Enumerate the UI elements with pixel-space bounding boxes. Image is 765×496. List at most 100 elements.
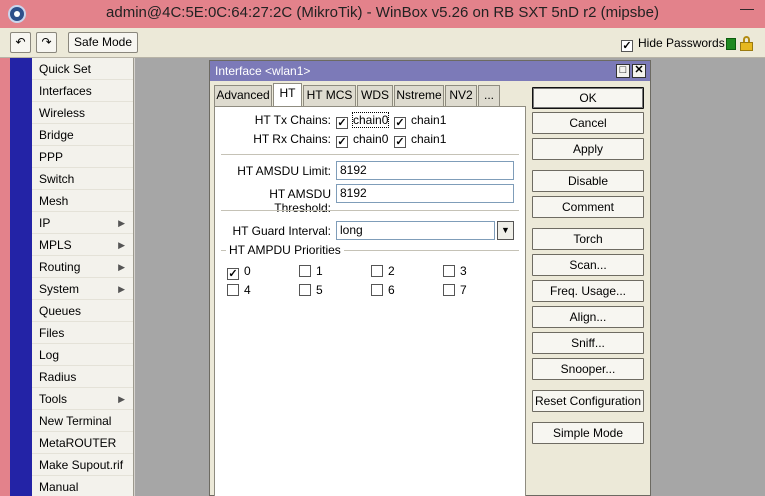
ampdu-priority-check[interactable]: ✓ [227,268,239,280]
dialog-button[interactable]: Reset Configuration [532,390,644,412]
tab[interactable]: HT MCS [303,85,356,106]
ht-guard-interval-select[interactable]: long [336,221,495,240]
ht-amsdu-limit-input[interactable]: 8192 [336,161,514,180]
tx-chain1-checkbox[interactable]: ✓ chain1 [394,113,446,129]
minimize-button[interactable]: — [735,1,759,18]
dialog-button[interactable]: Apply [532,138,644,160]
submenu-arrow-icon: ▶ [118,240,125,250]
ampdu-priority-check[interactable] [227,284,239,296]
ht-amsdu-threshold-input[interactable]: 8192 [336,184,514,203]
maximize-icon[interactable]: □ [616,64,630,78]
side-menu-item[interactable]: Radius [32,366,133,388]
side-menu-item-label: Log [39,348,60,362]
close-icon[interactable]: ✕ [632,64,646,78]
tx-chain0-checkbox[interactable]: ✓ chain0 [336,112,390,129]
side-menu-item[interactable]: MPLS ▶ [32,234,133,256]
ampdu-priority-check[interactable] [371,284,383,296]
dialog-button[interactable]: Disable [532,170,644,192]
dialog-button[interactable]: OK [532,87,644,109]
ampdu-priority-checkbox[interactable]: 6 [371,283,395,297]
chevron-down-icon[interactable]: ▼ [497,221,514,240]
lock-icon [740,36,753,51]
ht-rx-chains-label: HT Rx Chains: [253,132,331,146]
routeros-side-banner [10,58,32,496]
ampdu-priority-checkbox[interactable]: 3 [443,264,467,278]
ampdu-priority-label: 0 [244,264,251,278]
side-menu-item-label: Interfaces [39,84,92,98]
rx-chain0-checkbox[interactable]: ✓ chain0 [336,132,388,148]
ampdu-priority-checkbox[interactable]: 4 [227,283,251,297]
side-menu-item[interactable]: IP ▶ [32,212,133,234]
ampdu-priority-label: 6 [388,283,395,297]
tx-chain1-check[interactable]: ✓ [394,117,406,129]
tab[interactable]: NV2 [445,85,477,106]
tab[interactable]: ... [478,85,500,106]
tab[interactable]: Nstreme [394,85,444,106]
rx-chain0-check[interactable]: ✓ [336,136,348,148]
dialog-button[interactable]: Sniff... [532,332,644,354]
side-menu-item[interactable]: Manual [32,476,133,496]
side-menu-item[interactable]: Wireless [32,102,133,124]
ht-panel: HT Tx Chains: ✓ chain0 ✓ chain1 HT Rx Chai… [214,106,526,496]
side-menu-item[interactable]: Log [32,344,133,366]
ht-amsdu-limit-label: HT AMSDU Limit: [237,164,331,178]
side-menu-item[interactable]: Mesh [32,190,133,212]
side-menu-item[interactable]: Bridge [32,124,133,146]
ampdu-priority-check[interactable] [443,265,455,277]
window-titlebar: admin@4C:5E:0C:64:27:2C (MikroTik) - Win… [0,0,765,28]
submenu-arrow-icon: ▶ [118,218,125,228]
dialog-button[interactable]: Cancel [532,112,644,134]
side-menu-item-label: IP [39,216,51,230]
dialog-button[interactable]: Scan... [532,254,644,276]
submenu-arrow-icon: ▶ [118,262,125,272]
ampdu-priority-check[interactable] [299,265,311,277]
dialog-button[interactable]: Comment [532,196,644,218]
ht-ampdu-priorities-title: HT AMPDU Priorities [226,243,344,257]
submenu-arrow-icon: ▶ [118,284,125,294]
hide-passwords-label: Hide Passwords [638,36,725,50]
undo-button[interactable]: ↶ [10,32,31,53]
ampdu-priority-checkbox[interactable]: 7 [443,283,467,297]
ampdu-priority-checkbox[interactable]: 1 [299,264,323,278]
dialog-button[interactable]: Align... [532,306,644,328]
redo-button[interactable]: ↷ [36,32,57,53]
dialog-button[interactable]: Simple Mode [532,422,644,444]
side-menu-item-label: Radius [39,370,77,384]
ampdu-priority-check[interactable] [443,284,455,296]
safe-mode-button[interactable]: Safe Mode [68,32,138,53]
side-menu-item-label: Wireless [39,106,86,120]
ampdu-priority-check[interactable] [299,284,311,296]
rx-chain1-checkbox[interactable]: ✓ chain1 [394,132,446,148]
ampdu-priority-checkbox[interactable]: ✓ 0 [227,264,251,280]
dialog-button[interactable]: Freq. Usage... [532,280,644,302]
hide-passwords-toggle[interactable]: ✓ Hide Passwords [621,36,725,52]
ampdu-priority-checkbox[interactable]: 2 [371,264,395,278]
side-menu-item[interactable]: Interfaces [32,80,133,102]
ampdu-priority-label: 7 [460,283,467,297]
dialog-button[interactable]: Snooper... [532,358,644,380]
tab[interactable]: Advanced [214,85,272,106]
side-menu-item[interactable]: Routing ▶ [32,256,133,278]
side-menu-item-label: System [39,282,80,296]
side-menu-item[interactable]: PPP [32,146,133,168]
tab[interactable]: WDS [357,85,393,106]
side-menu-item[interactable]: MetaROUTER [32,432,133,454]
tx-chain0-check[interactable]: ✓ [336,117,348,129]
ampdu-priority-checkbox[interactable]: 5 [299,283,323,297]
side-menu-item[interactable]: New Terminal [32,410,133,432]
side-menu-item[interactable]: System ▶ [32,278,133,300]
side-menu-item[interactable]: Tools ▶ [32,388,133,410]
tab[interactable]: HT [273,83,302,106]
side-menu-item[interactable]: Make Supout.rif [32,454,133,476]
rx-chain1-check[interactable]: ✓ [394,136,406,148]
ampdu-priority-check[interactable] [371,265,383,277]
hide-passwords-checkbox[interactable]: ✓ [621,40,633,52]
side-menu-item[interactable]: Switch [32,168,133,190]
side-menu-item-label: Mesh [39,194,69,208]
dialog-button[interactable]: Torch [532,228,644,250]
side-menu-item-label: Routing [39,260,81,274]
side-menu-item[interactable]: Files [32,322,133,344]
side-menu-item[interactable]: Queues [32,300,133,322]
side-menu-item[interactable]: Quick Set [32,58,133,80]
side-menu-item-label: Files [39,326,65,340]
